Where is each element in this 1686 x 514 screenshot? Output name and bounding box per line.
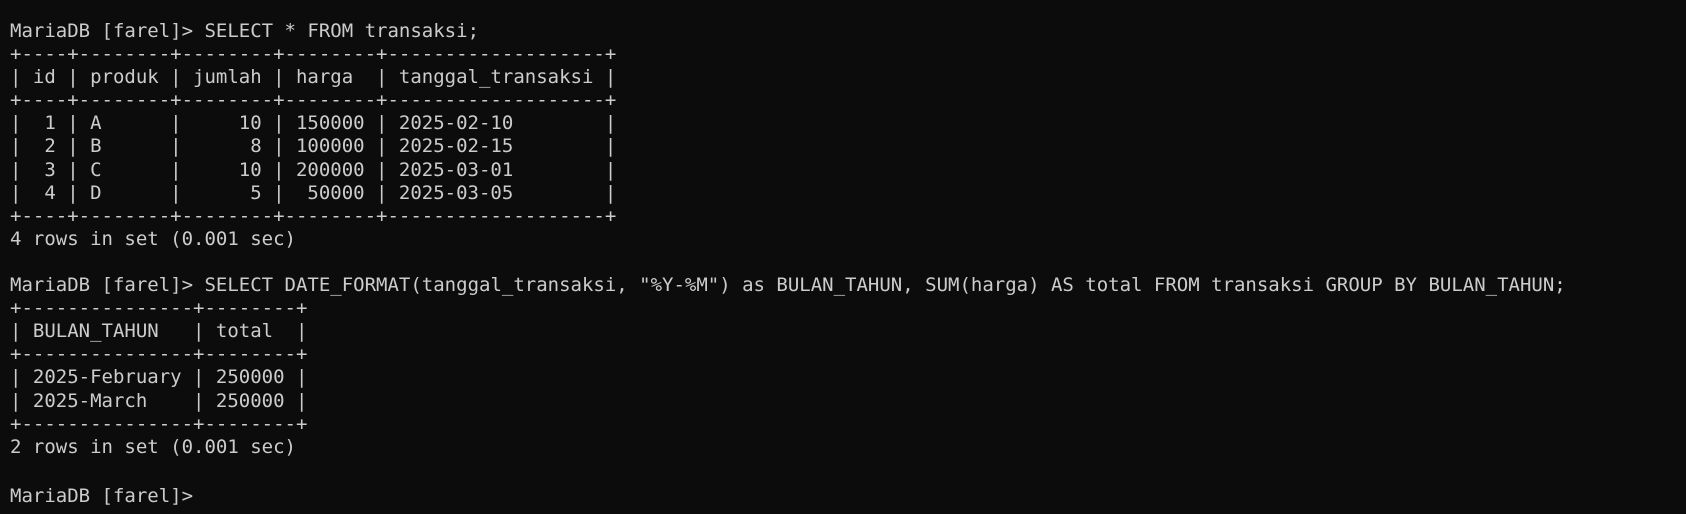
command-line-1: MariaDB [farel]> SELECT * FROM transaksi… bbox=[10, 20, 1686, 43]
prompt: MariaDB [farel]> bbox=[10, 20, 205, 42]
table-row: | 2 | B | 8 | 100000 | 2025-02-15 | bbox=[10, 135, 617, 158]
command-text: SELECT DATE_FORMAT(tanggal_transaksi, "%… bbox=[204, 274, 1566, 297]
final-prompt: MariaDB [farel]> bbox=[10, 484, 194, 505]
result-status: 4 rows in set (0.001 sec) bbox=[10, 227, 296, 250]
table-border-bottom: +---------------+--------+ bbox=[10, 412, 308, 435]
table-row: | 2025-February | 250000 | bbox=[10, 366, 308, 389]
cursor bbox=[193, 482, 203, 502]
input-line[interactable]: MariaDB [farel]> bbox=[10, 482, 1686, 505]
table-border-header: +----+--------+--------+--------+-------… bbox=[10, 89, 617, 112]
command-text: SELECT * FROM transaksi; bbox=[204, 20, 480, 42]
table-header-row: | id | produk | jumlah | harga | tanggal… bbox=[10, 66, 617, 89]
prompt: MariaDB [farel]> bbox=[10, 274, 205, 297]
table-border-bottom: +----+--------+--------+--------+-------… bbox=[10, 204, 617, 227]
table-border-header: +---------------+--------+ bbox=[10, 343, 308, 366]
table-header-row: | BULAN_TAHUN | total | bbox=[10, 320, 308, 343]
table-border-top: +---------------+--------+ bbox=[10, 297, 308, 320]
table-row: | 4 | D | 5 | 50000 | 2025-03-05 | bbox=[10, 181, 617, 204]
table-row: | 1 | A | 10 | 150000 | 2025-02-10 | bbox=[10, 112, 617, 135]
table-row: | 3 | C | 10 | 200000 | 2025-03-01 | bbox=[10, 158, 617, 181]
terminal-window[interactable]: MariaDB [farel]> SELECT * FROM transaksi… bbox=[0, 0, 1686, 514]
table-row: | 2025-March | 250000 | bbox=[10, 389, 308, 412]
command-line-2: MariaDB [farel]> SELECT DATE_FORMAT(tang… bbox=[10, 274, 1686, 297]
table-border-top: +----+--------+--------+--------+-------… bbox=[10, 43, 617, 66]
result-status: 2 rows in set (0.001 sec) bbox=[10, 435, 296, 458]
